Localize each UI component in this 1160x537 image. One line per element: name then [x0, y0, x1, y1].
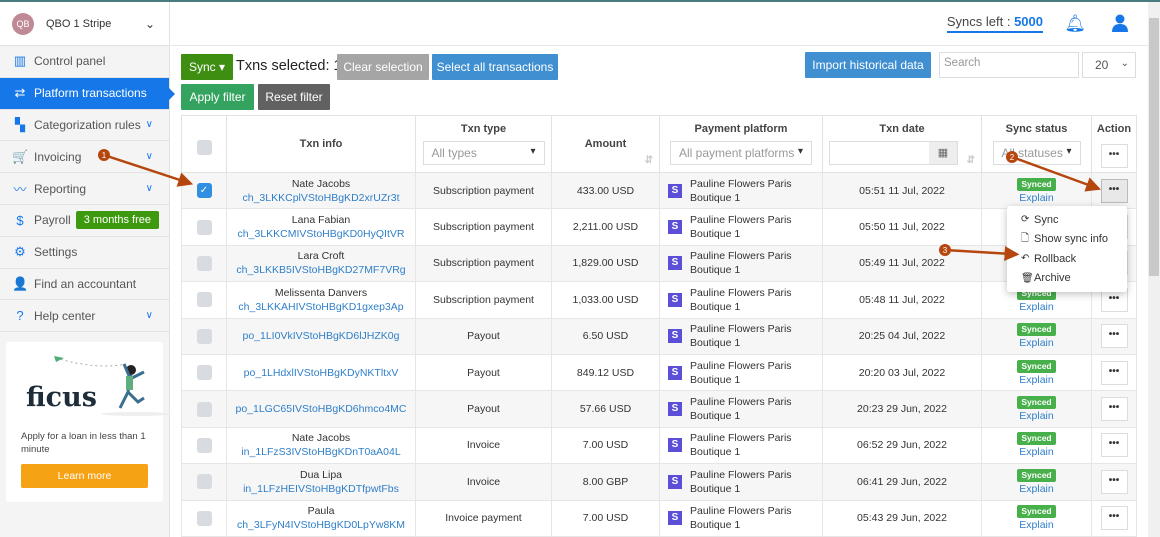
annotation-arrow-2: [1011, 155, 1102, 192]
annotation-arrow-3: [944, 246, 1020, 262]
annotation-layer: 1 2 3: [98, 149, 1102, 262]
annotation-label-1: 1: [102, 151, 107, 160]
annotation-label-3: 3: [943, 246, 948, 255]
annotation-arrow-1: [103, 153, 194, 187]
annotation-label-2: 2: [1010, 153, 1015, 162]
